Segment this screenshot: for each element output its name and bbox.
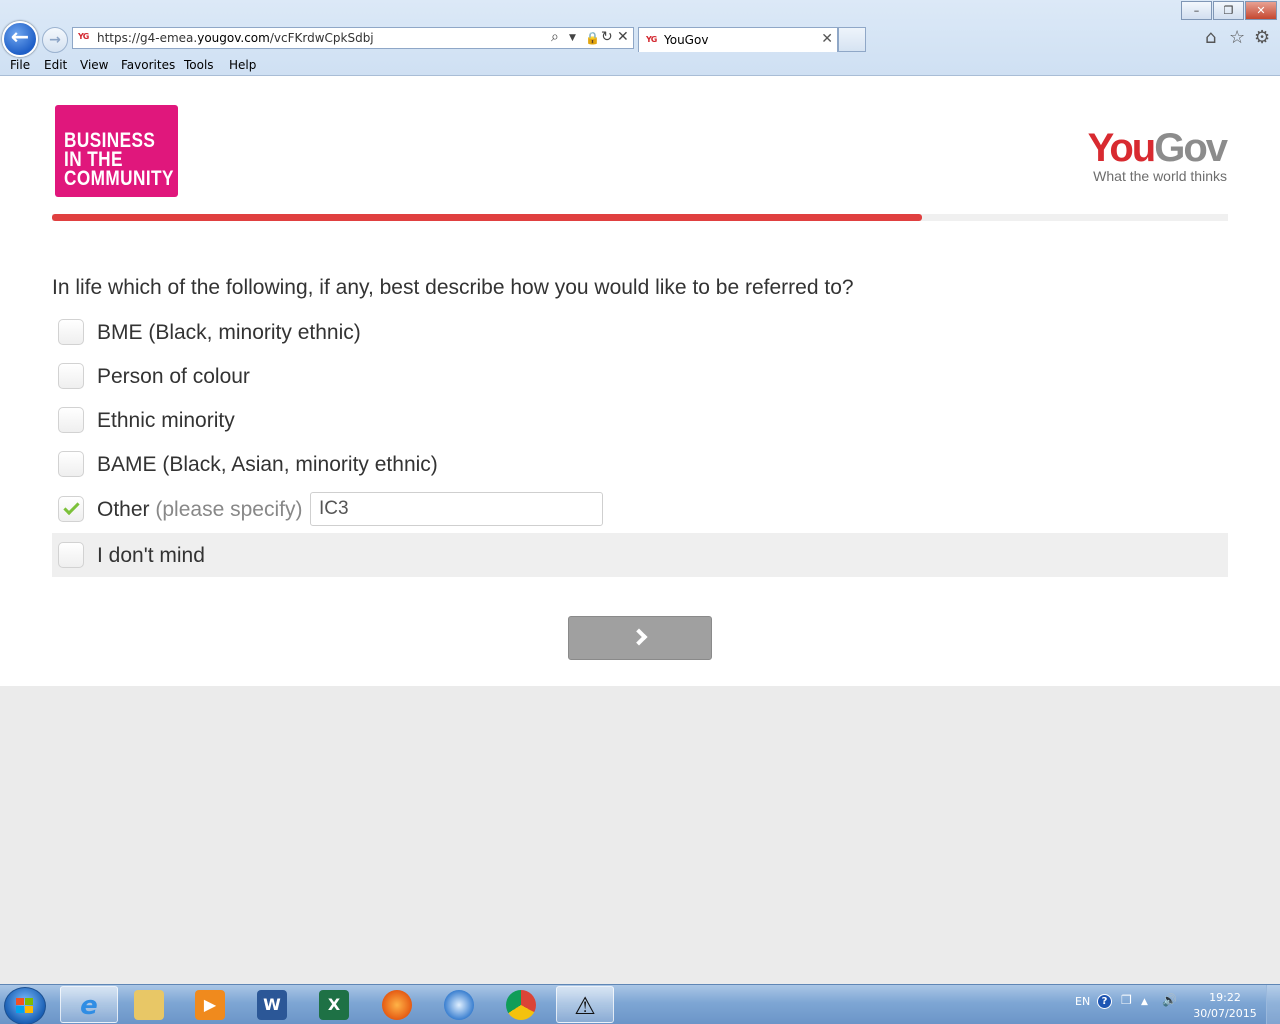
address-bar[interactable]: YG https://g4-emea.yougov.com/vcFKrdwCpk… [72,27,634,49]
checkbox[interactable] [58,363,84,389]
back-button[interactable]: ← [2,21,38,57]
favorites-star-icon[interactable]: ☆ [1229,27,1245,48]
chrome-icon [506,990,536,1020]
folder-icon [134,990,164,1020]
taskbar-file-explorer[interactable] [121,986,179,1023]
survey-page: BUSINESS IN THE COMMUNITY YouGov What th… [0,76,1280,686]
option-label: Person of colour [97,365,250,388]
option-other-hint: (please specify) [155,498,303,521]
forward-button[interactable]: → [42,27,68,53]
menu-help[interactable]: Help [229,58,256,72]
show-desktop-button[interactable] [1266,985,1280,1024]
url-text: https://g4-emea.yougov.com/vcFKrdwCpkSdb… [97,31,374,45]
language-indicator[interactable]: EN [1075,995,1090,1008]
taskbar-internet-explorer[interactable]: e [60,986,118,1023]
internet-explorer-icon: e [80,991,98,1021]
start-button[interactable] [4,987,46,1024]
yougov-logo-you: You [1087,126,1157,170]
option-other[interactable]: Other (please specify) [52,487,1228,531]
network-icon[interactable]: ❐ [1121,993,1132,1007]
checkbox[interactable] [58,407,84,433]
tab-yougov[interactable]: YG YouGov ✕ [638,27,838,52]
windows-logo-icon [16,998,34,1014]
menu-favorites[interactable]: Favorites [121,58,175,72]
taskbar-firefox[interactable] [369,986,427,1023]
taskbar-chrome[interactable] [493,986,551,1023]
option-bme[interactable]: BME (Black, minority ethnic) [52,310,1228,354]
browser-chrome: – ❐ ✕ ← → YG https://g4-emea.yougov.com/… [0,0,1280,76]
tab-favicon: YG [646,35,657,44]
dropdown-icon[interactable]: ▼ [569,33,576,43]
business-in-the-community-logo: BUSINESS IN THE COMMUNITY [55,105,178,197]
close-window-button[interactable]: ✕ [1245,1,1277,20]
menu-view[interactable]: View [80,58,108,72]
restore-button[interactable]: ❐ [1213,1,1244,20]
excel-icon: X [319,990,349,1020]
minimize-button[interactable]: – [1181,1,1212,20]
menu-tools[interactable]: Tools [184,58,214,72]
checkbox[interactable] [58,542,84,568]
home-icon[interactable]: ⌂ [1205,27,1216,48]
yougov-logo-gov: Gov [1154,126,1228,170]
option-other-label: Other [97,498,150,521]
option-label: I don't mind [97,544,205,567]
option-bame[interactable]: BAME (Black, Asian, minority ethnic) [52,442,1228,486]
settings-gear-icon[interactable]: ⚙ [1254,27,1270,48]
volume-icon[interactable]: 🔊 [1162,993,1177,1007]
yougov-tagline: What the world thinks [1093,168,1227,184]
option-label: Other (please specify) [97,498,302,522]
option-i-dont-mind[interactable]: I don't mind [52,533,1228,577]
checkbox-checked[interactable] [58,496,84,522]
menu-file[interactable]: File [10,58,30,72]
lock-icon[interactable]: 🔒 [585,31,600,45]
media-player-icon: ▶ [195,990,225,1020]
firefox-icon [382,990,412,1020]
new-tab-button[interactable] [838,27,866,52]
option-label: BME (Black, minority ethnic) [97,321,361,344]
stop-icon[interactable]: ✕ [617,29,629,45]
option-label: Ethnic minority [97,409,235,432]
clock-date: 30/07/2015 [1193,1007,1257,1020]
site-favicon: YG [78,32,89,41]
tab-title: YouGov [664,33,709,47]
checkbox[interactable] [58,319,84,345]
show-hidden-icons-icon[interactable]: ▲ [1141,997,1148,1007]
taskbar-media-player[interactable]: ▶ [182,986,240,1023]
menu-bar: File Edit View Favorites Tools Help [0,55,1280,75]
option-label: BAME (Black, Asian, minority ethnic) [97,453,438,476]
checkbox[interactable] [58,451,84,477]
other-specify-input[interactable] [310,492,603,526]
taskbar-word[interactable]: W [244,986,302,1023]
yougov-logo: YouGov What the world thinks [1070,126,1230,186]
system-clock[interactable]: 19:22 30/07/2015 [1190,990,1260,1022]
warning-triangle-icon: ⚠ [574,992,596,1020]
option-ethnic-minority[interactable]: Ethnic minority [52,398,1228,442]
tab-close-icon[interactable]: ✕ [821,31,833,47]
taskbar-excel[interactable]: X [306,986,364,1023]
safari-compass-icon [444,990,474,1020]
question-text: In life which of the following, if any, … [52,276,854,299]
clock-time: 19:22 [1209,991,1241,1004]
option-person-of-colour[interactable]: Person of colour [52,354,1228,398]
refresh-icon[interactable]: ↻ [601,29,613,45]
chevron-right-icon [630,628,648,646]
taskbar-safari[interactable] [431,986,489,1023]
search-icon[interactable]: ⌕ [551,29,559,45]
bitc-logo-line: COMMUNITY [64,167,174,190]
windows-taskbar: e ▶ W X ⚠ EN ? ❐ ▲ 🔊 19:22 30/07/2015 [0,984,1280,1024]
next-button[interactable] [568,616,712,660]
menu-edit[interactable]: Edit [44,58,67,72]
progress-bar-fill [52,214,923,221]
help-icon[interactable]: ? [1097,994,1112,1009]
word-icon: W [257,990,287,1020]
progress-bar [52,214,1228,221]
taskbar-warning-app[interactable]: ⚠ [556,986,614,1023]
checkmark-icon [63,498,80,516]
